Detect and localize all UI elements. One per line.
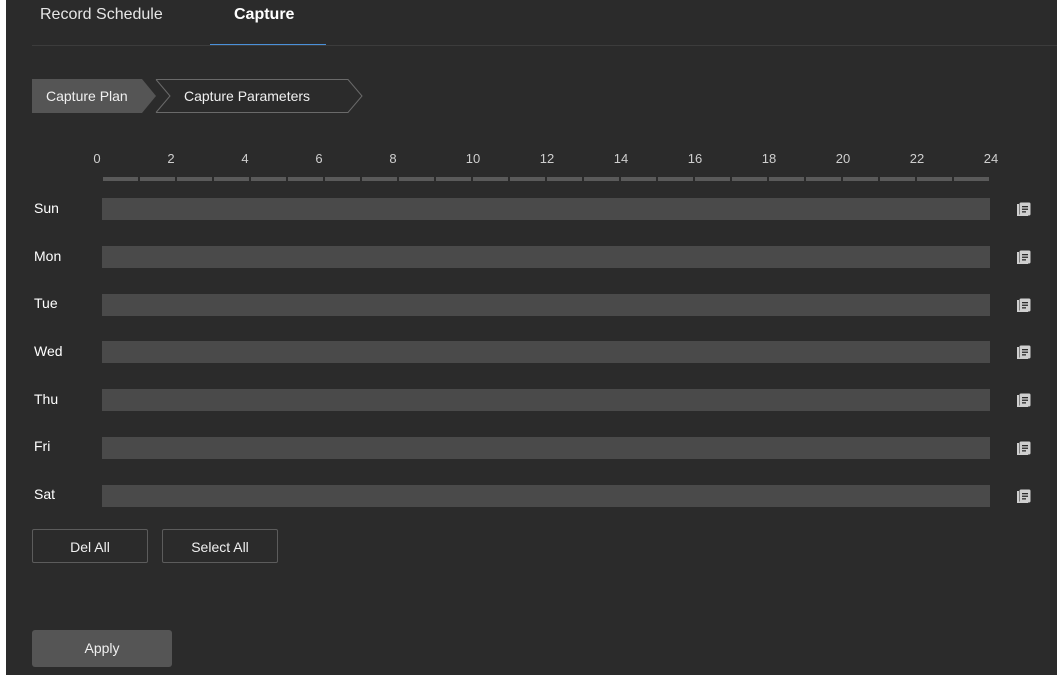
step-capture-parameters-label: Capture Parameters bbox=[184, 88, 311, 104]
hour-segment bbox=[177, 177, 212, 181]
copy-icon[interactable] bbox=[1016, 344, 1032, 360]
scale-label: 10 bbox=[465, 151, 481, 166]
schedule-bar-sat[interactable] bbox=[102, 485, 990, 507]
step-capture-plan[interactable]: Capture Plan bbox=[32, 79, 156, 113]
hour-segment bbox=[658, 177, 693, 181]
copy-icon[interactable] bbox=[1016, 249, 1032, 265]
step-capture-parameters[interactable]: Capture Parameters bbox=[154, 79, 364, 113]
del-all-button[interactable]: Del All bbox=[32, 529, 148, 563]
select-all-button[interactable]: Select All bbox=[162, 529, 278, 563]
hour-segment bbox=[399, 177, 434, 181]
hour-segment bbox=[806, 177, 841, 181]
tab-divider bbox=[32, 45, 1057, 46]
tab-capture[interactable]: Capture bbox=[234, 0, 294, 45]
day-label-thu: Thu bbox=[34, 391, 59, 407]
hour-segment bbox=[843, 177, 878, 181]
hour-segment bbox=[695, 177, 730, 181]
scale-label: 12 bbox=[539, 151, 555, 166]
schedule-bar-wed[interactable] bbox=[102, 341, 990, 363]
hour-segment bbox=[362, 177, 397, 181]
hour-segment bbox=[547, 177, 582, 181]
apply-button[interactable]: Apply bbox=[32, 630, 172, 667]
hour-segment bbox=[510, 177, 545, 181]
hour-segment bbox=[214, 177, 249, 181]
hour-segment bbox=[140, 177, 175, 181]
hour-segment bbox=[880, 177, 915, 181]
day-label-wed: Wed bbox=[34, 343, 63, 359]
day-label-fri: Fri bbox=[34, 438, 51, 454]
copy-icon[interactable] bbox=[1016, 440, 1032, 456]
copy-icon[interactable] bbox=[1016, 488, 1032, 504]
schedule-bar-fri[interactable] bbox=[102, 437, 990, 459]
scale-label: 6 bbox=[315, 151, 323, 166]
scale-label: 0 bbox=[93, 151, 101, 166]
scale-label: 22 bbox=[909, 151, 925, 166]
hour-segment bbox=[103, 177, 138, 181]
day-label-mon: Mon bbox=[34, 248, 62, 264]
step-capture-plan-label: Capture Plan bbox=[46, 88, 128, 104]
hour-segment bbox=[584, 177, 619, 181]
capture-panel: Record Schedule Capture Capture Plan Cap… bbox=[6, 0, 1057, 675]
schedule-bar-mon[interactable] bbox=[102, 246, 990, 268]
hour-segment bbox=[436, 177, 471, 181]
copy-icon[interactable] bbox=[1016, 392, 1032, 408]
day-label-sat: Sat bbox=[34, 486, 56, 502]
scale-label: 2 bbox=[167, 151, 175, 166]
scale-label: 14 bbox=[613, 151, 629, 166]
hour-segment bbox=[251, 177, 286, 181]
hour-segment bbox=[288, 177, 323, 181]
scale-label: 8 bbox=[389, 151, 397, 166]
hour-segment bbox=[325, 177, 360, 181]
hour-segment bbox=[917, 177, 952, 181]
copy-icon[interactable] bbox=[1016, 297, 1032, 313]
schedule-bar-thu[interactable] bbox=[102, 389, 990, 411]
tab-bar: Record Schedule Capture bbox=[6, 0, 1057, 46]
day-label-tue: Tue bbox=[34, 295, 58, 311]
scale-label: 20 bbox=[835, 151, 851, 166]
schedule-bar-tue[interactable] bbox=[102, 294, 990, 316]
scale-label: 24 bbox=[983, 151, 999, 166]
copy-icon[interactable] bbox=[1016, 201, 1032, 217]
day-label-sun: Sun bbox=[34, 200, 59, 216]
hour-segment bbox=[954, 177, 989, 181]
hour-segment bbox=[732, 177, 767, 181]
tab-record-schedule[interactable]: Record Schedule bbox=[40, 0, 163, 45]
hour-segment bbox=[473, 177, 508, 181]
scale-label: 16 bbox=[687, 151, 703, 166]
hour-segment bbox=[621, 177, 656, 181]
schedule-bar-sun[interactable] bbox=[102, 198, 990, 220]
scale-label: 4 bbox=[241, 151, 249, 166]
scale-label: 18 bbox=[761, 151, 777, 166]
hour-segment bbox=[769, 177, 804, 181]
